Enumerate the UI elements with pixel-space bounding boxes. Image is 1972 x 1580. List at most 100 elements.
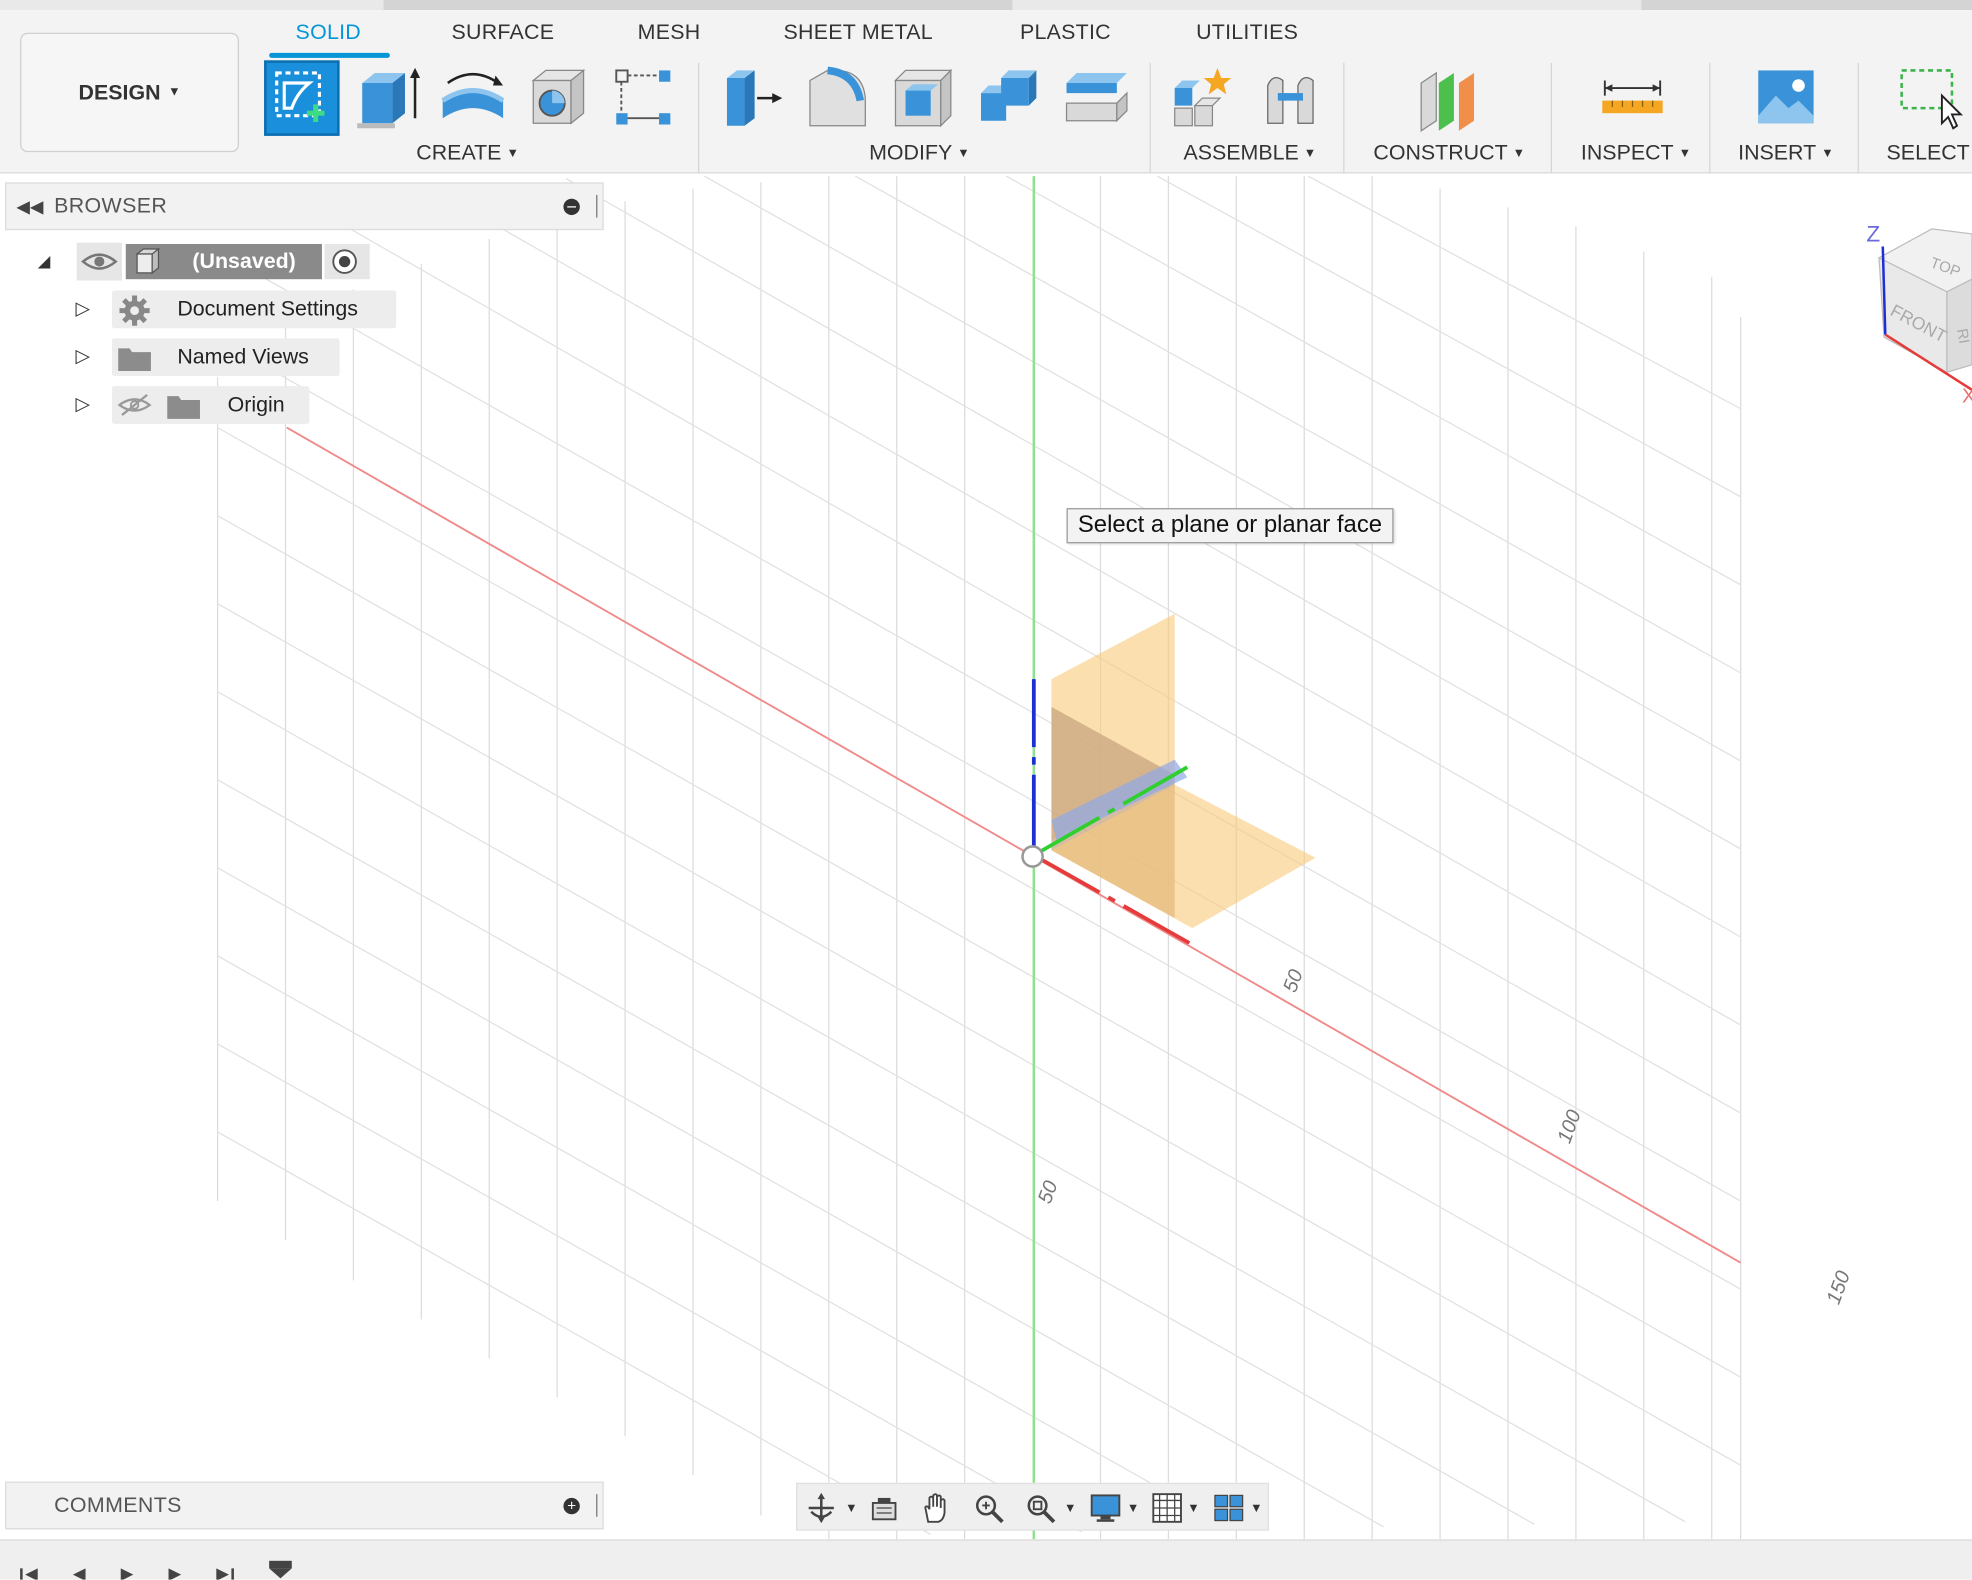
workspace-label: DESIGN	[78, 79, 161, 104]
look-at-icon[interactable]	[868, 1492, 901, 1525]
chevron-down-icon: ▼	[506, 147, 519, 161]
group-divider	[698, 62, 700, 174]
canvas-viewport[interactable]: 50 100 150 50 TOP FRONT RI Z	[0, 173, 1972, 1540]
collapse-panel-icon[interactable]: ◀◀	[16, 196, 43, 217]
view-cube[interactable]: TOP FRONT RI Z X	[1866, 221, 1972, 407]
new-component-button[interactable]	[1165, 60, 1240, 135]
comments-panel-header[interactable]: COMMENTS +	[5, 1481, 604, 1530]
expand-triangle-icon[interactable]: ▷	[75, 297, 90, 319]
window-top-strip	[0, 0, 1972, 11]
folder-icon	[167, 396, 200, 419]
active-tab-indicator	[269, 52, 390, 58]
window-select-icon	[1900, 69, 1964, 130]
chevron-down-icon: ▼	[1512, 147, 1526, 161]
minimize-panel-icon[interactable]	[563, 198, 580, 215]
select-button[interactable]	[1892, 60, 1967, 135]
modify-menu[interactable]: MODIFY ▼	[869, 141, 970, 166]
eye-icon	[81, 253, 118, 270]
construct-menu[interactable]: CONSTRUCT ▼	[1373, 141, 1525, 166]
assemble-menu[interactable]: ASSEMBLE ▼	[1183, 141, 1316, 166]
tab-mesh[interactable]: MESH	[638, 20, 701, 45]
toolbar: DESIGN ▼ SOLID SURFACE MESH SHEET METAL …	[0, 10, 1972, 174]
fit-zoom-icon[interactable]	[1024, 1492, 1057, 1525]
view-cube-right-label[interactable]: RI	[1953, 327, 1972, 345]
tab-plastic[interactable]: PLASTIC	[1020, 20, 1111, 45]
origin-point[interactable]	[1021, 845, 1044, 868]
hole-button[interactable]	[521, 60, 596, 135]
fillet-button[interactable]	[800, 60, 875, 135]
fillet-icon	[809, 66, 866, 127]
zoom-options-icon[interactable]: ▼	[1064, 1502, 1076, 1516]
offset-plane-button[interactable]	[1411, 60, 1486, 135]
tab-surface[interactable]: SURFACE	[452, 20, 555, 45]
press-pull-button[interactable]	[714, 60, 789, 135]
group-divider	[1149, 62, 1151, 174]
offset-face-button[interactable]	[1056, 60, 1131, 135]
activate-component-radio[interactable]	[324, 243, 370, 280]
comments-title: COMMENTS	[54, 1492, 182, 1517]
joint-icon	[1267, 77, 1314, 124]
insert-menu[interactable]: INSERT ▼	[1738, 141, 1834, 166]
tree-item-label: Document Settings	[177, 296, 358, 321]
pan-hand-icon[interactable]	[919, 1492, 952, 1525]
timeline-playback-controls[interactable]	[13, 1558, 252, 1580]
group-divider	[1343, 62, 1345, 174]
panel-resize-grip[interactable]	[596, 194, 599, 218]
create-sketch-icon	[275, 71, 325, 122]
image-icon	[1758, 70, 1814, 124]
offset-face-icon	[1065, 72, 1128, 123]
select-menu[interactable]: SELECT	[1887, 141, 1970, 166]
radio-icon	[332, 249, 357, 274]
grid-options-icon[interactable]: ▼	[1187, 1502, 1199, 1516]
hole-icon	[531, 69, 586, 125]
shell-icon	[893, 68, 953, 128]
tab-solid[interactable]: SOLID	[296, 20, 361, 45]
tree-item-label: Origin	[227, 392, 285, 417]
visibility-toggle[interactable]	[76, 242, 122, 281]
timeline-marker-icon[interactable]	[267, 1558, 295, 1579]
display-options-icon[interactable]: ▼	[1127, 1502, 1139, 1516]
timeline-bar	[0, 1539, 1972, 1580]
group-divider	[1857, 62, 1859, 174]
grid-settings-icon[interactable]	[1151, 1492, 1184, 1525]
chevron-down-icon: ▼	[957, 147, 970, 161]
viewports-icon[interactable]	[1212, 1492, 1245, 1525]
create-menu[interactable]: CREATE ▼	[416, 141, 519, 166]
extrude-button[interactable]	[350, 60, 425, 135]
joint-button[interactable]	[1253, 60, 1328, 135]
tab-strip-segment	[383, 0, 1013, 11]
add-comment-icon[interactable]: +	[563, 1497, 580, 1514]
combine-button[interactable]	[971, 60, 1046, 135]
pattern-button[interactable]	[606, 60, 681, 135]
measure-button[interactable]	[1595, 60, 1670, 135]
workspace-switcher[interactable]: DESIGN ▼	[20, 32, 239, 153]
expand-triangle-icon[interactable]: ▷	[75, 392, 90, 415]
shell-button[interactable]	[885, 60, 960, 135]
inspect-menu[interactable]: INSPECT ▼	[1581, 141, 1691, 166]
tab-utilities[interactable]: UTILITIES	[1196, 20, 1298, 45]
zoom-icon[interactable]	[972, 1492, 1005, 1525]
revolve-button[interactable]	[435, 60, 510, 135]
selection-tooltip: Select a plane or planar face	[1066, 508, 1394, 544]
tab-sheet-metal[interactable]: SHEET METAL	[784, 20, 933, 45]
chevron-down-icon: ▼	[1678, 147, 1692, 161]
combine-icon	[981, 70, 1037, 121]
chevron-down-icon: ▼	[1303, 147, 1317, 161]
expanded-triangle-icon[interactable]: ◢	[38, 252, 51, 272]
3d-canvas[interactable]: 50 100 150 50 TOP FRONT RI Z	[0, 174, 1972, 1540]
display-settings-icon[interactable]	[1089, 1492, 1122, 1525]
insert-menu-label: INSERT	[1738, 140, 1817, 165]
orbit-icon[interactable]	[805, 1492, 838, 1525]
browser-panel-header[interactable]: ◀◀ BROWSER	[5, 182, 604, 231]
new-component-icon	[1174, 67, 1232, 127]
panel-resize-grip[interactable]	[596, 1494, 599, 1517]
viewports-options-icon[interactable]: ▼	[1250, 1502, 1262, 1516]
extrude-icon	[357, 67, 421, 129]
create-sketch-button[interactable]	[264, 60, 340, 136]
expand-triangle-icon[interactable]: ▷	[75, 345, 90, 367]
tab-strip-segment	[1641, 0, 1972, 11]
orbit-options-icon[interactable]: ▼	[845, 1502, 857, 1516]
insert-canvas-button[interactable]	[1748, 60, 1823, 135]
hidden-eye-icon[interactable]	[116, 391, 154, 419]
root-component-label[interactable]: (Unsaved)	[192, 249, 295, 274]
